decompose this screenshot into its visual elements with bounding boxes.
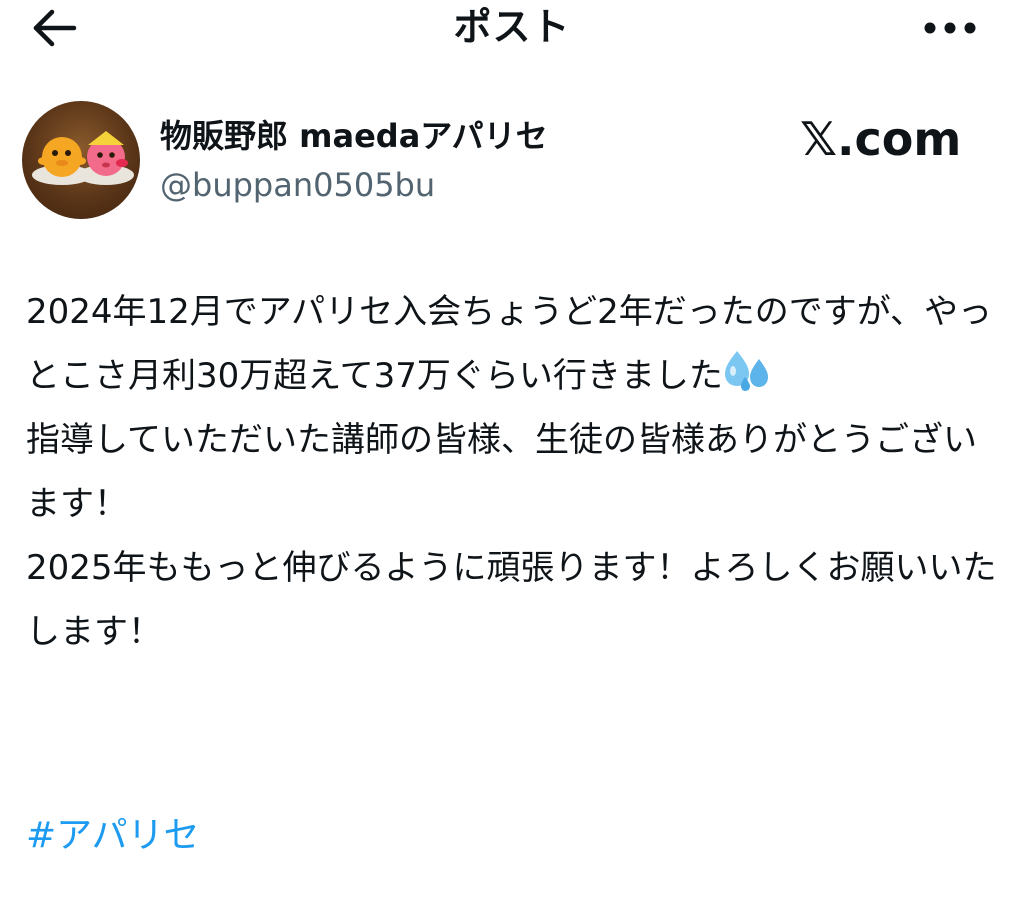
author-handle[interactable]: @buppan0505bu	[160, 163, 435, 207]
sweat-droplets-icon	[723, 347, 773, 393]
page-title: ポスト	[453, 5, 571, 49]
more-horizontal-icon	[924, 22, 976, 34]
more-options-button[interactable]	[920, 8, 980, 48]
hashtag-link[interactable]: #アパリセ	[26, 804, 199, 868]
author-display-name[interactable]: 物販野郎 maedaアパリセ	[160, 114, 548, 158]
post-text: 2024年12月でアパリセ入会ちょうど2年だったのですが、やっとこさ月利30万超…	[26, 280, 1006, 664]
top-bar: ポスト	[0, 0, 1024, 60]
user-avatar[interactable]	[22, 101, 140, 219]
post-text-part1: 2024年12月でアパリセ入会ちょうど2年だったのですが、やっとこさ月利30万超…	[26, 292, 993, 396]
xcom-logo: 𝕏.com	[800, 112, 962, 166]
post-text-part2: 指導していただいた講師の皆様、生徒の皆様ありがとうございます！ 2025年ももっ…	[26, 420, 997, 652]
avatar-image	[32, 131, 134, 185]
